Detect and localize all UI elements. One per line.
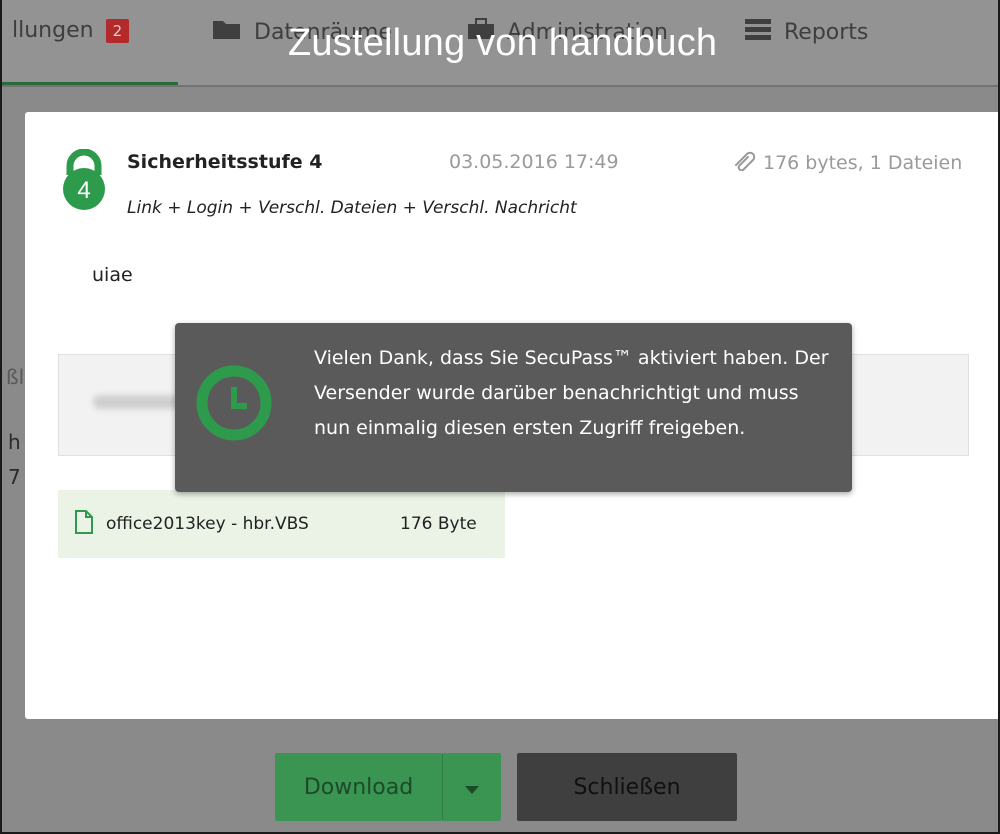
close-button[interactable]: Schließen <box>517 753 737 821</box>
security-level-number: 4 <box>77 177 90 204</box>
notification-toast: Vielen Dank, dass Sie SecuPass™ aktivier… <box>175 323 852 492</box>
toast-message: Vielen Dank, dass Sie SecuPass™ aktivier… <box>314 347 829 439</box>
background-text-fragment: 7 <box>8 465 21 489</box>
file-name: office2013key - hbr.VBS <box>106 514 309 534</box>
background-text-fragment: h <box>8 430 21 454</box>
message-body: uiae <box>92 264 133 286</box>
file-icon <box>74 510 94 538</box>
security-level-title: Sicherheitsstufe 4 <box>127 151 323 173</box>
clock-icon <box>192 361 276 449</box>
attachment-summary: 176 bytes, 1 Dateien <box>733 149 962 176</box>
nav-item-label: llungen <box>12 18 94 43</box>
notification-badge: 2 <box>105 18 130 43</box>
nav-item-zustellungen[interactable]: llungen 2 <box>12 18 130 43</box>
folder-icon <box>212 18 242 46</box>
caret-down-icon <box>465 775 479 800</box>
file-list-item[interactable]: office2013key - hbr.VBS 176 Byte <box>58 490 505 558</box>
modal-title: Zustellung von handbuch <box>288 22 718 64</box>
nav-divider <box>2 85 998 87</box>
nav-item-reports[interactable]: Reports <box>744 18 868 46</box>
security-description: Link + Login + Verschl. Dateien + Versch… <box>127 198 577 218</box>
nav-item-label: Reports <box>784 19 869 45</box>
background-text-fragment: ßl <box>6 365 25 389</box>
lock-icon: 4 <box>58 148 110 215</box>
delivery-date: 03.05.2016 17:49 <box>449 151 619 173</box>
app-frame: llungen 2 Datenräume Administration Repo… <box>0 0 1000 834</box>
paperclip-icon <box>733 149 759 176</box>
reports-icon <box>744 18 772 46</box>
attachment-summary-text: 176 bytes, 1 Dateien <box>763 151 963 174</box>
file-size: 176 Byte <box>400 514 477 534</box>
download-button[interactable]: Download <box>275 753 442 821</box>
download-dropdown-toggle[interactable] <box>442 753 501 821</box>
